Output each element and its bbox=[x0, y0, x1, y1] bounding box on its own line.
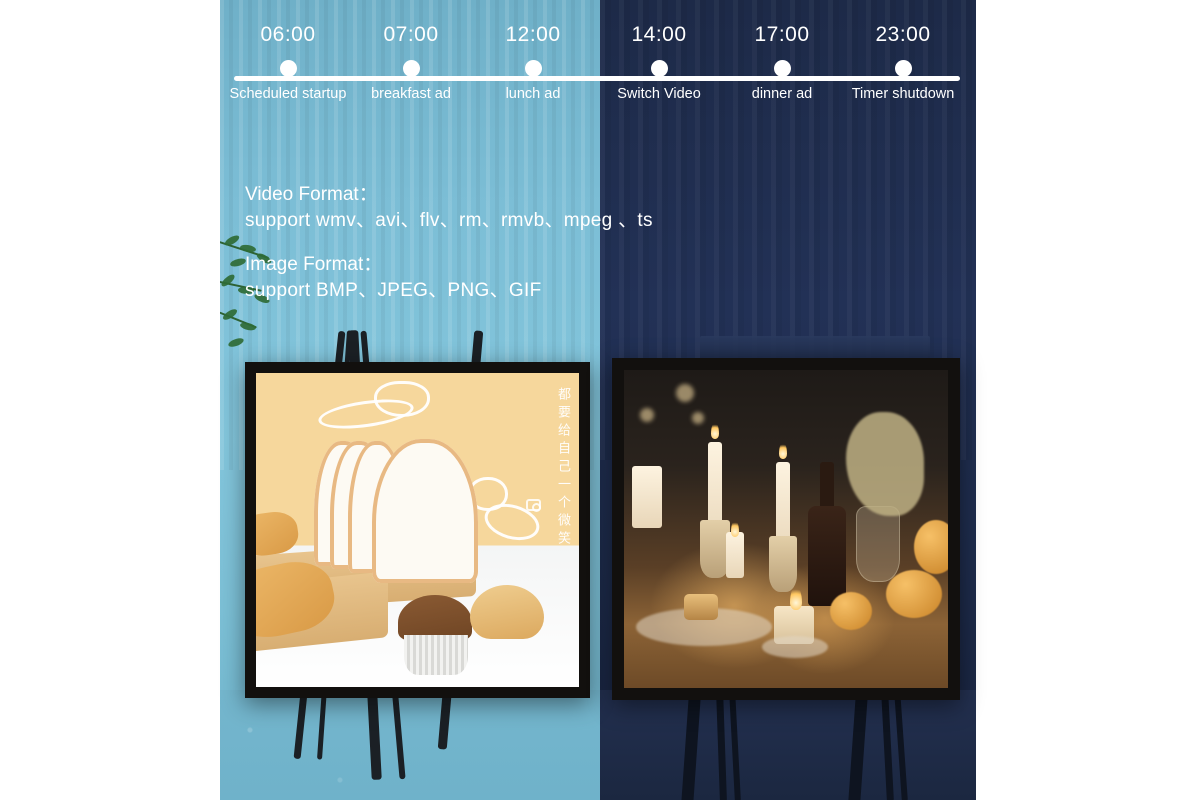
image-format-list: support BMP、JPEG、PNG、GIF bbox=[245, 280, 542, 301]
dinner-scene bbox=[624, 370, 948, 688]
schedule-timeline: 06:00 Scheduled startup 07:00 breakfast … bbox=[220, 0, 976, 130]
image-format-heading: Image Format： bbox=[245, 254, 383, 275]
candle-flame-icon bbox=[731, 520, 739, 537]
pillar-candle bbox=[632, 466, 662, 528]
flower-vase bbox=[856, 506, 900, 582]
floor-right bbox=[600, 690, 976, 800]
pillar-candle bbox=[726, 532, 744, 578]
video-format-list: support wmv、avi、flv、rm、rmvb、mpeg 、ts bbox=[245, 210, 653, 231]
wine-bottle bbox=[808, 506, 846, 606]
timeline-dot-icon[interactable] bbox=[279, 60, 297, 77]
timeline-dot-icon[interactable] bbox=[650, 60, 668, 77]
breakfast-ad-screen[interactable]: 都要给自己一个微笑 bbox=[256, 373, 579, 687]
candle-flame-icon bbox=[779, 442, 787, 459]
timeline-node-5[interactable]: 23:00 Timer shutdown bbox=[818, 24, 988, 102]
timeline-dot-icon[interactable] bbox=[524, 60, 542, 77]
dinner-ad-screen[interactable] bbox=[624, 370, 948, 688]
dinner-ad-display[interactable] bbox=[612, 358, 960, 700]
egg-tart bbox=[470, 585, 544, 639]
format-specs: Video Format： support wmv、avi、flv、rm、rmv… bbox=[245, 182, 675, 304]
candle-holder bbox=[769, 536, 797, 592]
candle-flame-icon bbox=[711, 422, 719, 439]
votive-holder bbox=[684, 594, 718, 620]
timeline-time: 23:00 bbox=[875, 23, 931, 46]
timeline-label: Timer shutdown bbox=[851, 86, 955, 102]
screenshot-root: 06:00 Scheduled startup 07:00 breakfast … bbox=[0, 0, 1200, 800]
poster-vertical-text: 都要给自己一个微笑 bbox=[556, 387, 571, 549]
baguette bbox=[256, 508, 301, 560]
dried-flowers bbox=[846, 412, 924, 516]
bokeh-light bbox=[692, 412, 704, 424]
tealight-dish bbox=[762, 636, 828, 658]
camera-icon bbox=[526, 499, 541, 512]
floor-left bbox=[220, 690, 600, 800]
cat-line-art-icon bbox=[316, 394, 416, 434]
breakfast-ad-display[interactable]: 都要给自己一个微笑 bbox=[245, 362, 590, 698]
fruit bbox=[886, 570, 942, 618]
bread-poster: 都要给自己一个微笑 bbox=[256, 373, 579, 687]
timeline-dot-icon[interactable] bbox=[402, 60, 420, 77]
muffin-liner bbox=[404, 635, 468, 675]
video-format-heading: Video Format： bbox=[245, 184, 378, 205]
timeline-dot-icon[interactable] bbox=[894, 60, 912, 77]
bokeh-light bbox=[676, 384, 694, 402]
timeline-dot-icon[interactable] bbox=[773, 60, 791, 77]
candle-flame-icon bbox=[790, 586, 802, 610]
toast-slice bbox=[372, 439, 478, 583]
fruit bbox=[830, 592, 872, 630]
fruit bbox=[914, 520, 948, 574]
bokeh-light bbox=[640, 408, 654, 422]
